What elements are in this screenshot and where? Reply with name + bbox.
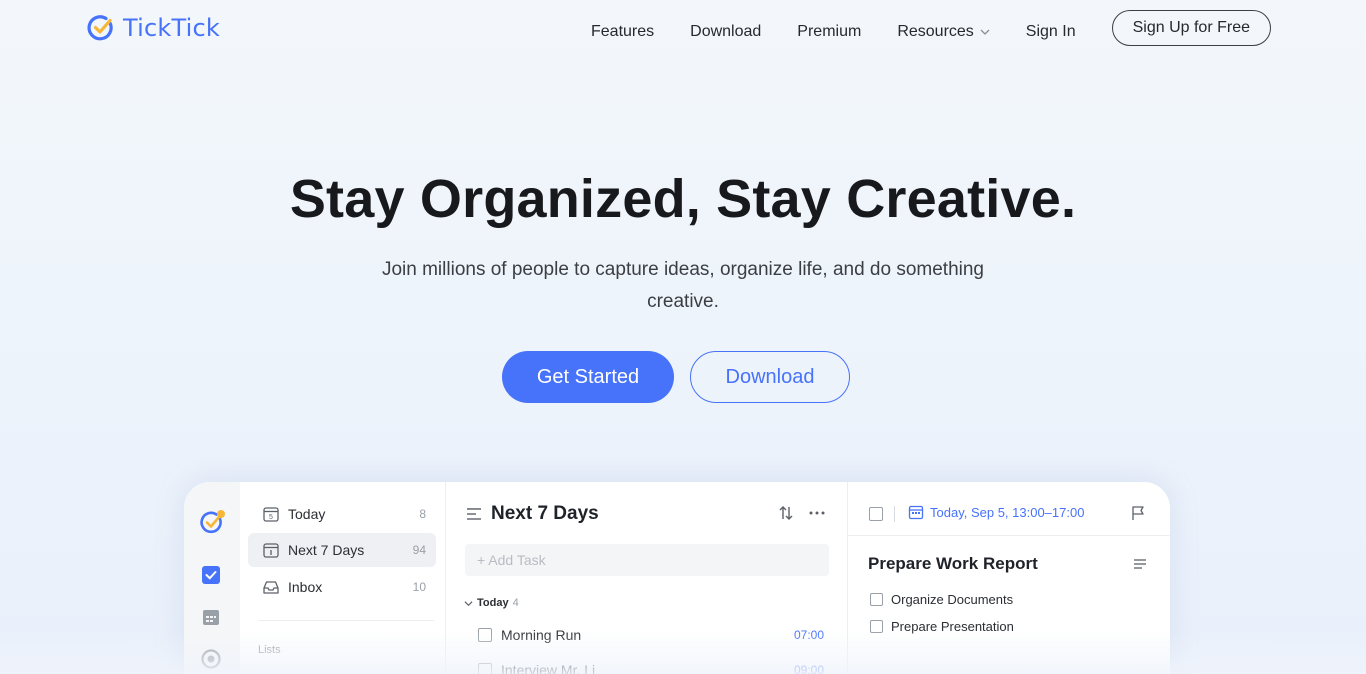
task-check-icon[interactable] bbox=[200, 564, 222, 586]
nav-features[interactable]: Features bbox=[591, 23, 654, 41]
task-time: 07:00 bbox=[793, 628, 824, 642]
sort-icon[interactable] bbox=[778, 505, 794, 521]
detail-checkbox[interactable] bbox=[869, 507, 883, 521]
nav-download[interactable]: Download bbox=[690, 23, 761, 41]
task-checkbox[interactable] bbox=[478, 628, 492, 642]
ticktick-logo-icon bbox=[87, 15, 113, 41]
nav-resources-label: Resources bbox=[897, 23, 974, 40]
task-detail-title[interactable]: Prepare Work Report bbox=[868, 554, 1038, 574]
sidebar-divider bbox=[258, 620, 434, 621]
nav-premium[interactable]: Premium bbox=[797, 23, 861, 41]
calendar-day-icon: 5 bbox=[263, 507, 279, 522]
flag-icon[interactable] bbox=[1130, 505, 1146, 521]
task-checkbox[interactable] bbox=[478, 663, 492, 674]
task-row[interactable]: Morning Run 07:00 bbox=[478, 624, 824, 646]
detail-toolbar: Today, Sep 5, 13:00–17:00 bbox=[848, 482, 1170, 536]
sidebar-item-count: 10 bbox=[412, 580, 426, 594]
nav-resources[interactable]: Resources bbox=[897, 23, 990, 41]
subtask-title: Prepare Presentation bbox=[891, 619, 1014, 634]
inbox-icon bbox=[263, 581, 279, 594]
nav-sign-in[interactable]: Sign In bbox=[1026, 23, 1076, 41]
due-date-text: Today, Sep 5, 13:00–17:00 bbox=[930, 504, 1085, 520]
sidebar-item-label: Inbox bbox=[288, 579, 323, 595]
sidebar-item-count: 8 bbox=[419, 507, 426, 521]
main-nav: Features Download Premium Resources Sign… bbox=[591, 10, 1271, 46]
app-logo-icon bbox=[200, 510, 225, 534]
focus-timer-icon[interactable] bbox=[200, 648, 222, 670]
chevron-down-icon bbox=[980, 29, 990, 35]
svg-text:5: 5 bbox=[269, 514, 273, 521]
download-button[interactable]: Download bbox=[690, 351, 850, 403]
more-icon[interactable] bbox=[808, 504, 826, 522]
sidebar-item-label: Next 7 Days bbox=[288, 542, 365, 558]
task-detail-panel: Today, Sep 5, 13:00–17:00 Prepare Work R… bbox=[848, 482, 1170, 674]
calendar-icon bbox=[908, 505, 924, 520]
subtask-row[interactable]: Prepare Presentation bbox=[870, 619, 1014, 634]
task-title: Morning Run bbox=[501, 627, 582, 643]
ticktick-logo[interactable]: TickTick bbox=[87, 14, 220, 42]
app-sidebar: 5 Today 8 Next 7 Days 94 Inbox 10 Lists bbox=[240, 482, 446, 674]
menu-icon[interactable] bbox=[466, 506, 482, 522]
subtask-checkbox[interactable] bbox=[870, 593, 883, 606]
task-time: 09:00 bbox=[793, 663, 824, 674]
sidebar-item-label: Today bbox=[288, 506, 326, 522]
task-group-today[interactable]: Today 4 bbox=[464, 597, 519, 609]
logo-text: TickTick bbox=[123, 14, 220, 42]
task-row[interactable]: Interview Mr. Li 09:00 bbox=[478, 659, 824, 674]
calendar-week-icon bbox=[263, 543, 279, 558]
sidebar-item-inbox[interactable]: Inbox 10 bbox=[248, 570, 436, 604]
task-title: Interview Mr. Li bbox=[501, 662, 596, 674]
toolbar-divider bbox=[894, 506, 895, 522]
list-title: Next 7 Days bbox=[491, 503, 599, 524]
group-label: Today bbox=[477, 597, 509, 609]
due-date[interactable]: Today, Sep 5, 13:00–17:00 bbox=[908, 504, 1084, 520]
sidebar-item-count: 94 bbox=[412, 543, 426, 557]
subtask-title: Organize Documents bbox=[891, 592, 1014, 607]
hero-subtitle: Join millions of people to capture ideas… bbox=[381, 259, 985, 312]
lists-section-label: Lists bbox=[258, 644, 281, 656]
sidebar-item-today[interactable]: 5 Today 8 bbox=[248, 497, 436, 531]
description-icon[interactable] bbox=[1132, 556, 1148, 572]
site-header: TickTick Features Download Premium Resou… bbox=[0, 0, 1366, 56]
add-task-input[interactable]: + Add Task bbox=[465, 544, 829, 576]
group-count: 4 bbox=[512, 597, 519, 609]
app-rail bbox=[184, 482, 240, 674]
chevron-down-icon bbox=[464, 600, 473, 606]
hero-title: Stay Organized, Stay Creative. bbox=[289, 169, 1077, 229]
sign-up-button[interactable]: Sign Up for Free bbox=[1111, 10, 1271, 46]
calendar-icon[interactable] bbox=[200, 606, 222, 628]
sidebar-item-next-7-days[interactable]: Next 7 Days 94 bbox=[248, 533, 436, 567]
app-preview: 5 Today 8 Next 7 Days 94 Inbox 10 Lists … bbox=[184, 482, 1170, 674]
subtask-row[interactable]: Organize Documents bbox=[870, 592, 1013, 607]
get-started-button[interactable]: Get Started bbox=[502, 351, 674, 403]
subtask-checkbox[interactable] bbox=[870, 620, 883, 633]
task-list-panel: Next 7 Days + Add Task Today 4 Morning R… bbox=[446, 482, 848, 674]
